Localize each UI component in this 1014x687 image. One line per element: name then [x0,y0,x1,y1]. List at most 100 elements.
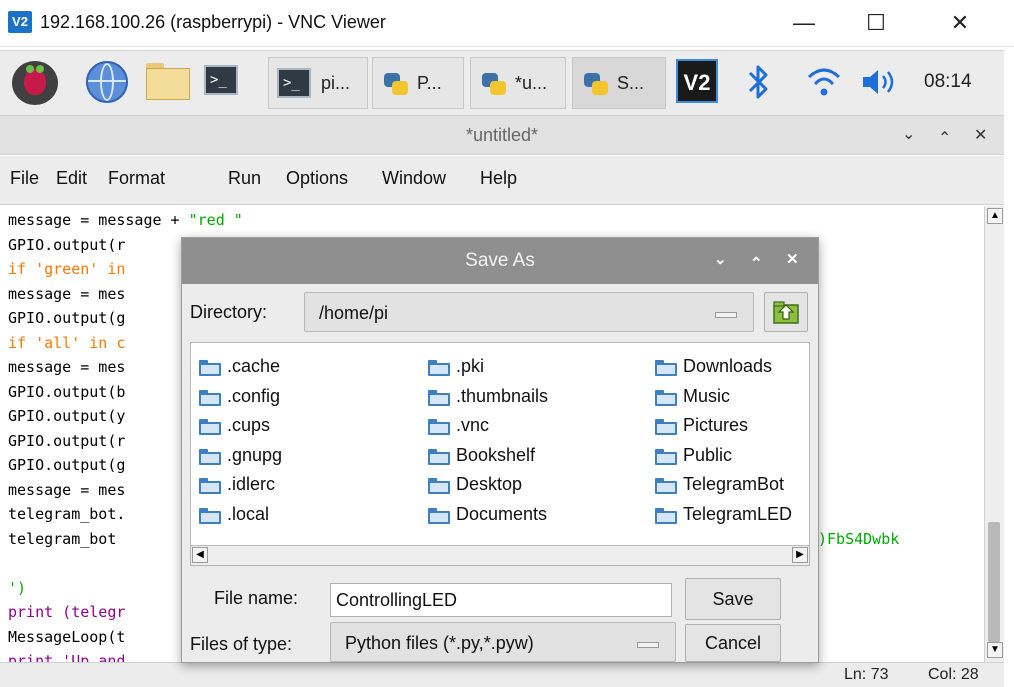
folder-icon [655,360,677,376]
idle-maximize-button[interactable]: ⌃ [938,128,951,148]
menu-help[interactable]: Help [480,168,517,189]
idle-minimize-button[interactable]: ⌄ [902,124,915,144]
directory-value: /home/pi [319,303,389,323]
scrollbar-thumb[interactable] [988,522,1000,642]
code-line: GPIO.output(r [8,431,126,450]
code-line: telegram_bot. [8,505,126,523]
folder-icon [199,508,221,524]
menu-window[interactable]: Window [382,168,446,189]
code-line: message = mes [8,358,126,376]
filename-input[interactable]: ControllingLED [330,583,672,617]
wifi-icon[interactable] [806,65,842,99]
web-browser-icon[interactable] [86,61,128,103]
filename-label: File name: [214,588,299,608]
terminal-launcher[interactable]: >_ [200,61,248,105]
python-icon [581,70,611,98]
clock: 08:14 [924,71,972,92]
scroll-right-arrow[interactable]: ▶ [792,547,808,563]
bluetooth-icon[interactable] [746,63,772,101]
task-label: P... [417,73,442,93]
code-line: GPIO.output(b [8,382,126,401]
scroll-up-arrow[interactable]: ▲ [987,208,1003,224]
idle-title-bar: *untitled* ⌄ ⌃ ✕ [0,116,1004,155]
code-line: GPIO.output(y [8,407,126,425]
filetype-label: Files of type: [190,634,293,654]
folder-icon [428,478,450,494]
folder-icon [428,419,450,435]
dialog-close-button[interactable]: ✕ [786,250,799,268]
save-button[interactable]: Save [685,578,781,620]
code-line: telegram_bot [8,529,126,548]
raspberry-menu-icon[interactable] [12,61,58,105]
code-line: ') [8,578,27,597]
scroll-left-arrow[interactable]: ◀ [192,547,208,563]
line-number: Ln: 73 [844,666,889,683]
list-item[interactable]: TelegramLED [655,503,809,527]
task-label: *u... [515,73,548,93]
code-line: message = message + "red " [8,211,243,229]
volume-icon[interactable] [860,67,904,97]
file-list[interactable]: .cache .config .cups .gnupg .idlerc .loc… [190,342,810,546]
close-button[interactable]: ✕ [938,6,982,40]
code-line: if 'all' in c [8,333,126,352]
folder-icon [428,390,450,406]
folder-icon [428,360,450,376]
list-item[interactable]: TelegramBot [655,473,809,497]
directory-combo[interactable]: /home/pi [304,292,754,332]
filetype-combo[interactable]: Python files (*.py,*.pyw) [330,622,676,662]
task-python-shell[interactable]: P... [372,57,464,109]
folder-icon [428,449,450,465]
scroll-down-arrow[interactable]: ▼ [987,642,1003,658]
folder-icon [199,360,221,376]
task-label: pi... [321,73,351,93]
task-save-as[interactable]: S... [572,57,666,109]
folder-icon [655,390,677,406]
combo-handle-icon [715,312,737,318]
dialog-minimize-button[interactable]: ⌄ [714,250,727,268]
code-line: GPIO.output(g [8,456,126,474]
vnc-window-title: 192.168.100.26 (raspberrypi) - VNC Viewe… [40,12,386,32]
parent-directory-button[interactable] [764,292,808,332]
folder-icon [655,419,677,435]
dialog-maximize-button[interactable]: ⌃ [750,254,763,272]
code-line: GPIO.output(r [8,235,126,254]
task-untitled-editor[interactable]: *u... [470,57,566,109]
code-line: GPIO.output(g [8,309,126,327]
maximize-button[interactable]: ☐ [854,6,898,40]
vnc-tray-icon[interactable]: V2 [676,59,718,103]
task-label: S... [617,73,645,93]
menu-format[interactable]: Format [108,168,165,189]
python-icon [479,70,509,98]
cancel-button[interactable]: Cancel [685,624,781,662]
code-line: print (telegr [8,603,126,621]
folder-icon [655,478,677,494]
idle-window-title: *untitled* [465,125,539,145]
combo-handle-icon [637,642,659,648]
menu-options[interactable]: Options [286,168,348,189]
file-list-hscrollbar[interactable]: ◀ ▶ [190,546,810,566]
code-line: message = mes [8,284,126,303]
folder-icon [199,419,221,435]
menu-edit[interactable]: Edit [56,168,87,189]
code-line: MessageLoop(t [8,627,126,646]
task-terminal[interactable]: >_ pi... [268,57,368,109]
editor-scrollbar[interactable]: ▲ ▼ [984,206,1004,662]
folder-icon [428,508,450,524]
code-token-fragment: )FbS4Dwbk [818,529,900,548]
file-manager-icon[interactable] [146,63,192,101]
column-number: Col: 28 [928,666,979,683]
menu-file[interactable]: File [10,168,39,189]
python-icon [381,70,411,98]
dialog-title-bar: Save As ⌄ ⌃ ✕ [182,238,818,284]
menu-run[interactable]: Run [228,168,261,189]
idle-close-button[interactable]: ✕ [974,125,987,145]
folder-icon [199,390,221,406]
terminal-icon: >_ [204,65,238,95]
save-as-dialog: Save As ⌄ ⌃ ✕ Directory: /home/pi .cache… [181,237,819,663]
folder-icon [655,449,677,465]
code-line: if 'green' in [8,260,126,278]
minimize-button[interactable]: — [782,6,826,40]
terminal-icon: >_ [277,68,311,98]
folder-icon [199,449,221,465]
code-line: message = mes [8,480,126,499]
